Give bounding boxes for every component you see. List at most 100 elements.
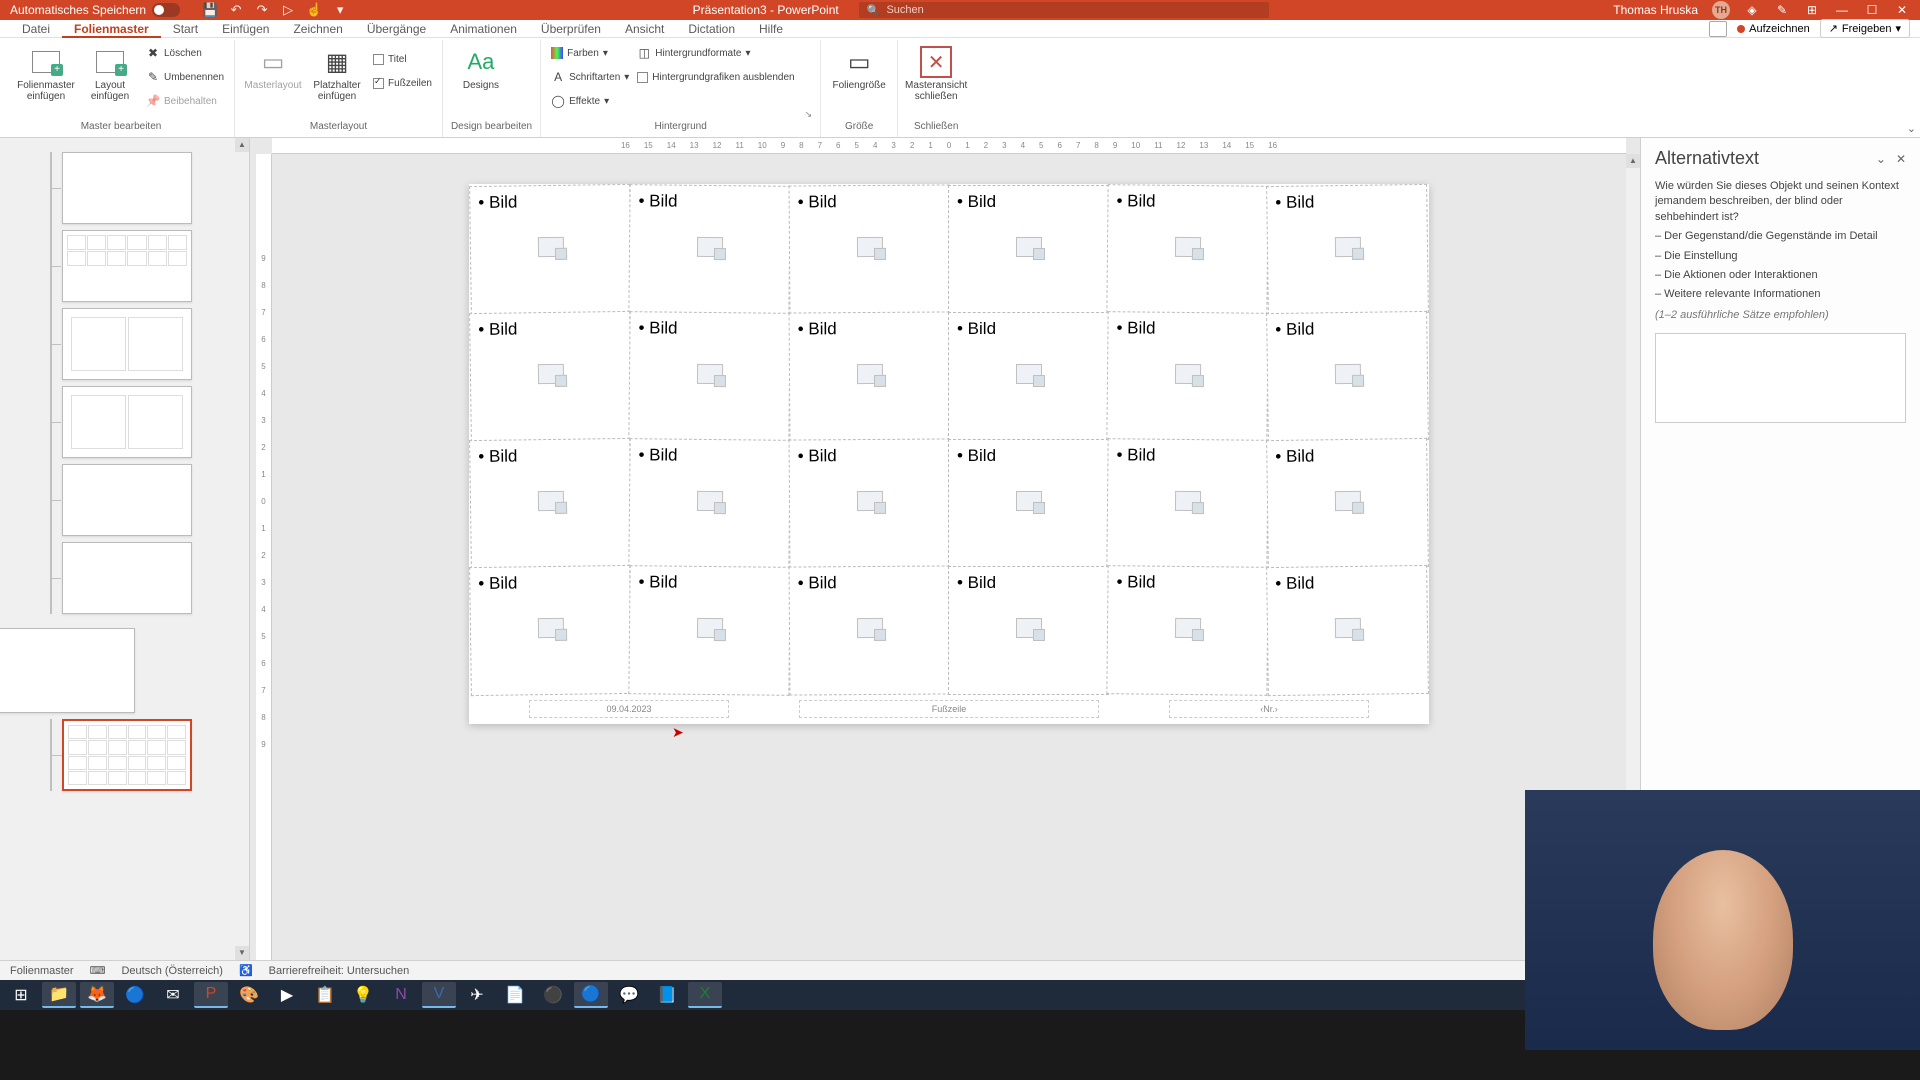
insert-slidemaster-button[interactable]: Folienmaster einfügen bbox=[16, 42, 76, 102]
image-placeholder[interactable]: Bild bbox=[469, 311, 632, 442]
effects-button[interactable]: ◯Effekte▾ bbox=[549, 90, 631, 112]
picture-icon[interactable] bbox=[537, 618, 563, 638]
layout-thumbnail-selected[interactable] bbox=[62, 719, 192, 791]
rename-layout-button[interactable]: ✎Umbenennen bbox=[144, 66, 226, 88]
pane-close-icon[interactable]: ✕ bbox=[1896, 152, 1906, 166]
scroll-up-icon[interactable]: ▲ bbox=[1626, 154, 1640, 168]
status-a11y-icon[interactable]: ♿ bbox=[239, 964, 253, 977]
image-placeholder[interactable]: Bild bbox=[948, 185, 1109, 314]
image-placeholder[interactable]: Bild bbox=[788, 565, 950, 695]
layout-thumbnail[interactable] bbox=[62, 542, 192, 614]
tab-dictation[interactable]: Dictation bbox=[676, 20, 747, 38]
status-accessibility[interactable]: Barrierefreiheit: Untersuchen bbox=[269, 965, 410, 977]
hide-bg-checkbox[interactable]: Hintergrundgrafiken ausblenden bbox=[635, 66, 796, 88]
image-placeholder[interactable]: Bild bbox=[1107, 565, 1270, 696]
status-lang-icon[interactable]: ⌨ bbox=[90, 964, 106, 977]
masterlayout-button[interactable]: ▭ Masterlayout bbox=[243, 42, 303, 91]
excel-icon[interactable]: X bbox=[688, 982, 722, 1008]
picture-icon[interactable] bbox=[697, 237, 723, 257]
scroll-down-icon[interactable]: ▼ bbox=[235, 946, 249, 960]
picture-icon[interactable] bbox=[1016, 618, 1042, 638]
tab-insert[interactable]: Einfügen bbox=[210, 20, 281, 38]
image-placeholder[interactable]: Bild bbox=[469, 438, 632, 569]
thumbnail-pane[interactable]: 2 ▲ ▼ bbox=[0, 138, 250, 960]
layout-thumbnail[interactable] bbox=[62, 464, 192, 536]
background-formats-button[interactable]: ◫Hintergrundformate▾ bbox=[635, 42, 796, 64]
search-input[interactable]: 🔍 Suchen bbox=[859, 2, 1269, 18]
alt-text-input[interactable] bbox=[1655, 333, 1906, 423]
share-button[interactable]: ↗ Freigeben ▾ bbox=[1820, 19, 1910, 38]
delete-layout-button[interactable]: ✖Löschen bbox=[144, 42, 226, 64]
user-name[interactable]: Thomas Hruska bbox=[1613, 3, 1698, 17]
fonts-button[interactable]: ASchriftarten▾ bbox=[549, 66, 631, 88]
comments-button[interactable] bbox=[1709, 21, 1727, 37]
taskbar-app-icon[interactable]: 📋 bbox=[308, 982, 342, 1008]
image-placeholder[interactable]: Bild bbox=[1107, 311, 1270, 442]
picture-icon[interactable] bbox=[1334, 491, 1360, 511]
record-button[interactable]: Aufzeichnen bbox=[1737, 23, 1810, 35]
collapse-ribbon-icon[interactable]: ⌄ bbox=[1907, 122, 1916, 135]
tab-transitions[interactable]: Übergänge bbox=[355, 20, 438, 38]
taskbar-app-icon[interactable]: 📘 bbox=[650, 982, 684, 1008]
close-button[interactable]: ✕ bbox=[1894, 2, 1910, 18]
pen-icon[interactable]: ✎ bbox=[1774, 2, 1790, 18]
scroll-up-icon[interactable]: ▲ bbox=[235, 138, 249, 152]
picture-icon[interactable] bbox=[537, 237, 563, 257]
vertical-ruler[interactable]: 9876543210123456789 bbox=[256, 154, 272, 960]
layout-thumbnail[interactable] bbox=[62, 386, 192, 458]
tab-home[interactable]: Start bbox=[161, 20, 210, 38]
footers-checkbox[interactable]: Fußzeilen bbox=[371, 72, 434, 94]
master-thumbnail[interactable]: 2 bbox=[0, 628, 135, 713]
picture-icon[interactable] bbox=[1334, 237, 1360, 257]
tab-draw[interactable]: Zeichnen bbox=[281, 20, 354, 38]
dialog-launcher-icon[interactable]: ↘ bbox=[805, 109, 813, 120]
insert-placeholder-button[interactable]: ▦ Platzhalter einfügen bbox=[307, 42, 367, 102]
tab-file[interactable]: Datei bbox=[10, 20, 62, 38]
picture-icon[interactable] bbox=[697, 364, 723, 384]
image-placeholder[interactable]: Bild bbox=[629, 311, 792, 442]
layout-thumbnail[interactable] bbox=[62, 230, 192, 302]
image-placeholder[interactable]: Bild bbox=[469, 184, 632, 315]
picture-icon[interactable] bbox=[1334, 618, 1360, 638]
image-placeholder[interactable]: Bild bbox=[629, 184, 792, 315]
taskbar-app-icon[interactable]: 🔵 bbox=[574, 982, 608, 1008]
window-icon[interactable]: ⊞ bbox=[1804, 2, 1820, 18]
picture-icon[interactable] bbox=[856, 618, 882, 638]
picture-icon[interactable] bbox=[856, 237, 882, 257]
taskbar-app-icon[interactable]: 💬 bbox=[612, 982, 646, 1008]
picture-icon[interactable] bbox=[1016, 364, 1042, 384]
visio-icon[interactable]: V bbox=[422, 982, 456, 1008]
image-placeholder[interactable]: Bild bbox=[788, 184, 950, 314]
outlook-icon[interactable]: ✉ bbox=[156, 982, 190, 1008]
image-placeholder[interactable]: Bild bbox=[629, 565, 792, 696]
image-placeholder[interactable]: Bild bbox=[629, 438, 792, 569]
layout-thumbnail[interactable] bbox=[62, 308, 192, 380]
powerpoint-icon[interactable]: P bbox=[194, 982, 228, 1008]
picture-icon[interactable] bbox=[537, 491, 563, 511]
slide-layout[interactable]: BildBildBildBildBildBildBildBildBildBild… bbox=[469, 184, 1429, 724]
picture-icon[interactable] bbox=[856, 364, 882, 384]
image-placeholder[interactable]: Bild bbox=[948, 566, 1109, 695]
picture-icon[interactable] bbox=[697, 491, 723, 511]
title-checkbox[interactable]: Titel bbox=[371, 48, 434, 70]
chrome-icon[interactable]: 🔵 bbox=[118, 982, 152, 1008]
image-placeholder[interactable]: Bild bbox=[788, 438, 950, 568]
toggle-switch-icon[interactable] bbox=[152, 3, 180, 17]
diamond-icon[interactable]: ◈ bbox=[1744, 2, 1760, 18]
picture-icon[interactable] bbox=[1175, 491, 1201, 511]
minimize-button[interactable]: — bbox=[1834, 2, 1850, 18]
footer-placeholder[interactable]: Fußzeile bbox=[799, 700, 1099, 718]
insert-layout-button[interactable]: Layout einfügen bbox=[80, 42, 140, 102]
picture-icon[interactable] bbox=[856, 491, 882, 511]
image-placeholder[interactable]: Bild bbox=[1266, 184, 1429, 315]
pane-options-icon[interactable]: ⌄ bbox=[1876, 152, 1886, 166]
image-placeholder[interactable]: Bild bbox=[469, 565, 632, 696]
undo-icon[interactable]: ↶ bbox=[228, 2, 244, 18]
slide-size-button[interactable]: ▭ Foliengröße bbox=[829, 42, 889, 91]
layout-thumbnail[interactable] bbox=[62, 152, 192, 224]
touch-mode-icon[interactable]: ☝ bbox=[306, 2, 322, 18]
picture-icon[interactable] bbox=[537, 364, 563, 384]
start-button[interactable]: ⊞ bbox=[4, 982, 38, 1008]
taskbar-app-icon[interactable]: 🎨 bbox=[232, 982, 266, 1008]
picture-icon[interactable] bbox=[1175, 364, 1201, 384]
